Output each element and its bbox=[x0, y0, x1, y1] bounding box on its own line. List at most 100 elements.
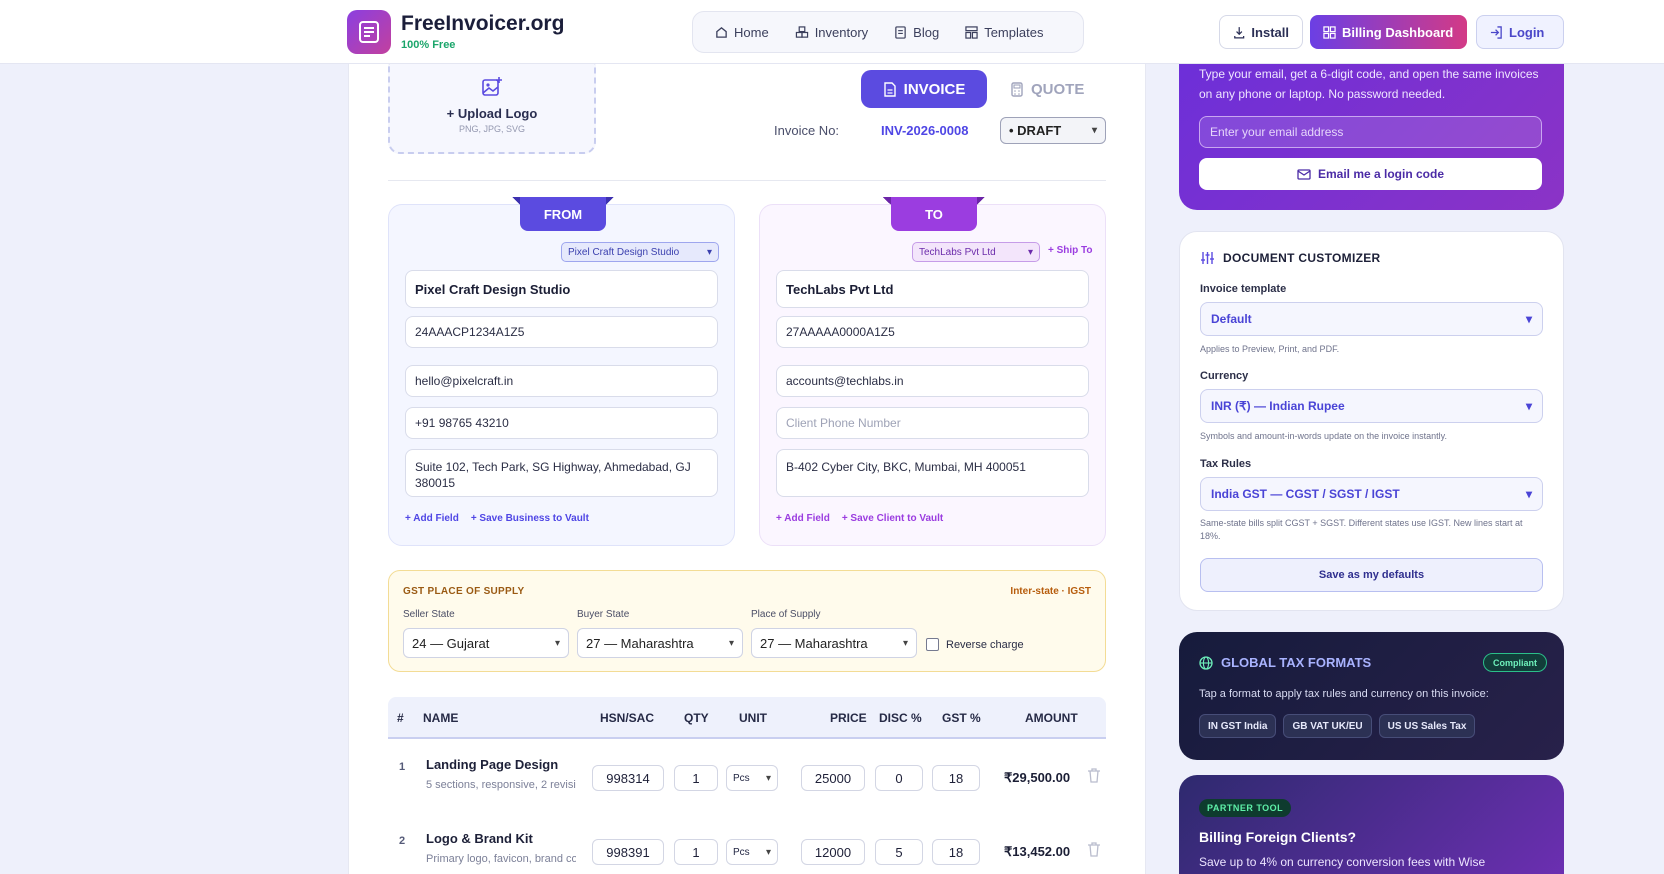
seller-state-select[interactable]: 24 — Gujarat ▾ bbox=[403, 628, 569, 658]
hsn-input[interactable]: 998391 bbox=[592, 839, 664, 865]
gst-supply-type-badge: Inter-state · IGST bbox=[1010, 586, 1091, 597]
business-address-field[interactable]: Suite 102, Tech Park, SG Highway, Ahmeda… bbox=[405, 449, 718, 497]
client-phone-field[interactable]: Client Phone Number bbox=[776, 407, 1089, 439]
login-button[interactable]: Login bbox=[1476, 15, 1564, 49]
chip-gst-india[interactable]: IN GST India bbox=[1199, 714, 1277, 738]
unit-value: Pcs bbox=[733, 772, 750, 784]
template-label: Invoice template bbox=[1200, 283, 1287, 295]
login-email-input[interactable]: Enter your email address bbox=[1199, 116, 1542, 148]
top-header: FreeInvoicer.org 100% Free Home Inventor… bbox=[0, 0, 1664, 64]
status-value: • DRAFT bbox=[1009, 123, 1062, 138]
nav-blog[interactable]: Blog bbox=[894, 25, 939, 40]
currency-select[interactable]: INR (₹) — Indian Rupee ▾ bbox=[1200, 389, 1543, 423]
tab-invoice[interactable]: INVOICE bbox=[861, 70, 987, 108]
col-name: NAME bbox=[423, 711, 459, 725]
business-name-field[interactable]: Pixel Craft Design Studio bbox=[405, 270, 718, 308]
partner-tool-card[interactable]: PARTNER TOOL Billing Foreign Clients? Sa… bbox=[1179, 775, 1564, 874]
item-name[interactable]: Logo & Brand Kit bbox=[426, 831, 533, 846]
gst-input[interactable]: 18 bbox=[932, 765, 980, 791]
discount-input[interactable]: 5 bbox=[875, 839, 923, 865]
hsn-input[interactable]: 998314 bbox=[592, 765, 664, 791]
tax-rules-select[interactable]: India GST — CGST / SGST / IGST ▾ bbox=[1200, 477, 1543, 511]
chip-vat-uk-eu[interactable]: GB VAT UK/EU bbox=[1283, 714, 1372, 738]
gst-title: GST PLACE OF SUPPLY bbox=[403, 586, 525, 597]
save-business-link[interactable]: + Save Business to Vault bbox=[471, 513, 589, 524]
currency-label: Currency bbox=[1200, 370, 1249, 382]
email-login-code-button[interactable]: Email me a login code bbox=[1199, 158, 1542, 190]
nav-inventory-label: Inventory bbox=[814, 24, 869, 40]
login-icon bbox=[1490, 25, 1502, 39]
nav-templates[interactable]: Templates bbox=[965, 25, 1043, 40]
chevron-down-icon: ▾ bbox=[1525, 399, 1532, 413]
login-card-text: Type your email, get a 6-digit code, and… bbox=[1199, 67, 1539, 101]
table-row: 2 Logo & Brand Kit Primary logo, favicon… bbox=[388, 813, 1106, 874]
upload-logo-dropzone[interactable]: + Upload Logo PNG, JPG, SVG bbox=[388, 62, 596, 154]
col-disc: DISC % bbox=[879, 711, 922, 725]
install-button[interactable]: Install bbox=[1219, 15, 1303, 49]
brand-logo[interactable] bbox=[347, 10, 391, 54]
item-description[interactable]: 5 sections, responsive, 2 revisions bbox=[426, 779, 576, 791]
partner-title: Billing Foreign Clients? bbox=[1199, 829, 1357, 845]
save-client-link[interactable]: + Save Client to Vault bbox=[842, 513, 943, 524]
client-address-field[interactable]: B-402 Cyber City, BKC, Mumbai, MH 400051 bbox=[776, 449, 1089, 497]
row-number: 1 bbox=[399, 761, 406, 773]
col-amount: AMOUNT bbox=[1025, 711, 1078, 725]
ship-to-link[interactable]: + Ship To bbox=[1048, 245, 1093, 256]
row-amount: ₹29,500.00 bbox=[1004, 770, 1071, 785]
unit-select[interactable]: Pcs ▾ bbox=[726, 765, 778, 791]
seller-state-label: Seller State bbox=[403, 609, 455, 620]
client-email-field[interactable]: accounts@techlabs.in bbox=[776, 365, 1089, 397]
chevron-down-icon: ▾ bbox=[765, 846, 771, 858]
chevron-down-icon: ▾ bbox=[1091, 125, 1097, 136]
item-description[interactable]: Primary logo, favicon, brand colors bbox=[426, 853, 576, 865]
global-tax-title: GLOBAL TAX FORMATS bbox=[1199, 655, 1371, 670]
qty-input[interactable]: 1 bbox=[674, 765, 718, 791]
email-login-card: Type your email, get a 6-digit code, and… bbox=[1179, 64, 1564, 210]
tax-rules-value: India GST — CGST / SGST / IGST bbox=[1211, 487, 1400, 501]
business-gstin-field[interactable]: 24AAACP1234A1Z5 bbox=[405, 316, 718, 348]
col-qty: QTY bbox=[684, 711, 709, 725]
install-label: Install bbox=[1251, 24, 1289, 40]
brand[interactable]: FreeInvoicer.org 100% Free bbox=[401, 12, 564, 51]
reverse-charge-checkbox[interactable] bbox=[926, 638, 939, 651]
reverse-charge-option[interactable]: Reverse charge bbox=[926, 638, 1024, 651]
tab-invoice-label: INVOICE bbox=[903, 80, 966, 98]
nav-templates-label: Templates bbox=[984, 24, 1044, 40]
client-name-field[interactable]: TechLabs Pvt Ltd bbox=[776, 270, 1089, 308]
nav-inventory[interactable]: Inventory bbox=[795, 25, 868, 40]
price-input[interactable]: 25000 bbox=[801, 765, 865, 791]
trash-icon[interactable] bbox=[1087, 841, 1101, 857]
row-number: 2 bbox=[399, 835, 406, 847]
business-email-field[interactable]: hello@pixelcraft.in bbox=[405, 365, 718, 397]
seller-state-value: 24 — Gujarat bbox=[412, 635, 490, 651]
business-phone-field[interactable]: +91 98765 43210 bbox=[405, 407, 718, 439]
invoice-number[interactable]: INV-2026-0008 bbox=[881, 123, 968, 138]
discount-input[interactable]: 0 bbox=[875, 765, 923, 791]
status-select[interactable]: • DRAFT ▾ bbox=[1000, 117, 1106, 144]
item-name[interactable]: Landing Page Design bbox=[426, 757, 558, 772]
save-defaults-button[interactable]: Save as my defaults bbox=[1200, 558, 1543, 592]
gst-input[interactable]: 18 bbox=[932, 839, 980, 865]
price-input[interactable]: 12000 bbox=[801, 839, 865, 865]
unit-select[interactable]: Pcs ▾ bbox=[726, 839, 778, 865]
calculator-icon bbox=[1011, 81, 1023, 97]
template-select[interactable]: Default ▾ bbox=[1200, 302, 1543, 336]
billing-dashboard-button[interactable]: Billing Dashboard bbox=[1310, 15, 1467, 49]
from-links: + Add Field + Save Business to Vault bbox=[405, 513, 589, 524]
tab-quote[interactable]: QUOTE bbox=[1010, 70, 1090, 108]
chip-us-sales-tax[interactable]: US US Sales Tax bbox=[1378, 714, 1476, 738]
main-nav: Home Inventory Blog Templates bbox=[692, 11, 1084, 53]
nav-home[interactable]: Home bbox=[715, 25, 769, 40]
to-add-field-link[interactable]: + Add Field bbox=[776, 513, 830, 524]
mail-icon bbox=[1297, 168, 1311, 180]
tax-rules-help: Same-state bills split CGST + SGST. Diff… bbox=[1200, 518, 1523, 541]
client-selector[interactable]: TechLabs Pvt Ltd ▾ bbox=[912, 242, 1040, 262]
place-of-supply-select[interactable]: 27 — Maharashtra ▾ bbox=[751, 628, 917, 658]
qty-input[interactable]: 1 bbox=[674, 839, 718, 865]
business-selector[interactable]: Pixel Craft Design Studio ▾ bbox=[561, 242, 719, 262]
buyer-state-select[interactable]: 27 — Maharashtra ▾ bbox=[577, 628, 743, 658]
global-tax-subtitle: Tap a format to apply tax rules and curr… bbox=[1199, 688, 1489, 700]
from-add-field-link[interactable]: + Add Field bbox=[405, 513, 459, 524]
client-gstin-field[interactable]: 27AAAAA0000A1Z5 bbox=[776, 316, 1089, 348]
trash-icon[interactable] bbox=[1087, 767, 1101, 783]
